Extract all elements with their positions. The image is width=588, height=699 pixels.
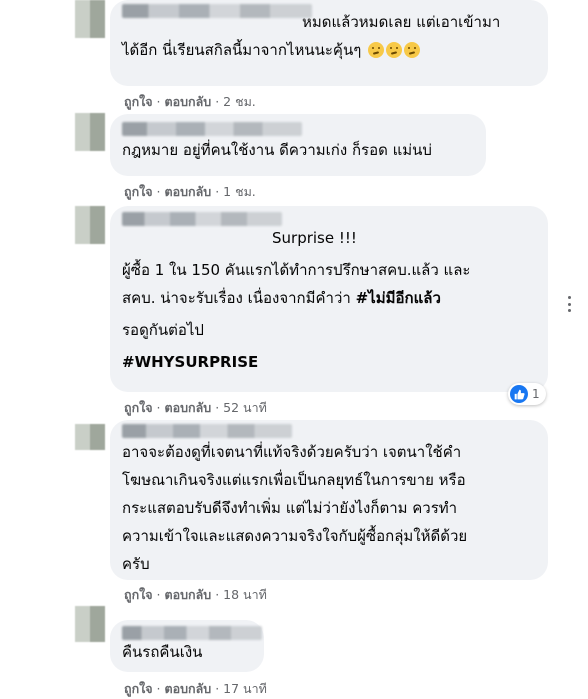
comment-text: โฆษณาเกินจริงแต่แรกเพื่อเป็นกลยุทธ์ในการ… — [122, 471, 466, 489]
comment-time[interactable]: 1 ชม. — [223, 184, 256, 199]
commenter-name[interactable] — [122, 122, 302, 136]
comment-bubble: หมดแล้วหมดเลย แต่เอาเข้ามา ได้อีก นี่เรี… — [110, 0, 548, 86]
thumbs-up-icon — [510, 385, 528, 403]
comment-actions: ถูกใจ · ตอบกลับ · 2 ชม. — [124, 94, 256, 109]
comment-text: Surprise !!! — [272, 229, 357, 247]
comment-time[interactable]: 18 นาที — [223, 587, 267, 602]
comment-text: ผู้ซื้อ 1 ใน 150 คันแรกได้ทำการปรึกษาสคบ… — [122, 261, 471, 279]
like-link[interactable]: ถูกใจ — [124, 681, 153, 696]
comment-text: อาจจะต้องดูที่เจตนาที่แท้จริงด้วยครับว่า… — [122, 443, 462, 461]
comment-text: รอดูกันต่อไป — [122, 321, 204, 339]
reply-link[interactable]: ตอบกลับ — [165, 587, 212, 602]
reply-link[interactable]: ตอบกลับ — [165, 184, 212, 199]
like-link[interactable]: ถูกใจ — [124, 587, 153, 602]
more-options-icon[interactable] — [566, 296, 572, 312]
comment-text: กระแสตอบรับดีจึงทำเพิ่ม แต่ไม่ว่ายังไงก็… — [122, 499, 458, 517]
like-link[interactable]: ถูกใจ — [124, 184, 153, 199]
avatar[interactable] — [75, 424, 105, 450]
reply-link[interactable]: ตอบกลับ — [165, 94, 212, 109]
avatar[interactable] — [75, 606, 105, 642]
avatar[interactable] — [75, 0, 105, 38]
comment-bubble: กฎหมาย อยู่ที่คนใช้งาน ดีความเก่ง ก็รอด … — [110, 114, 486, 176]
comment-time[interactable]: 52 นาที — [223, 400, 267, 415]
comment-text-line: ได้อีก นี่เรียนสกิลนี้มาจากไหนนะคุ้นๆ — [122, 41, 362, 59]
comment-time[interactable]: 2 ชม. — [223, 94, 256, 109]
reaction-badge[interactable]: 1 — [508, 383, 546, 405]
thinking-emoji-icon — [386, 42, 403, 58]
comment-actions: ถูกใจ · ตอบกลับ · 18 นาที — [124, 587, 267, 602]
hashtag-link[interactable]: #ไม่มีอีกแล้ว — [356, 289, 441, 307]
comment-text-line: สคบ. น่าจะรับเรื่อง เนื่องจากมีคำว่า — [122, 289, 356, 307]
commenter-name[interactable] — [122, 626, 262, 640]
comment-text: ครับ — [122, 555, 150, 573]
avatar[interactable] — [75, 113, 105, 151]
comment-text: ได้อีก นี่เรียนสกิลนี้มาจากไหนนะคุ้นๆ — [122, 36, 536, 64]
hashtag-link[interactable]: #WHYSURPRISE — [122, 348, 536, 376]
like-link[interactable]: ถูกใจ — [124, 94, 153, 109]
comment-actions: ถูกใจ · ตอบกลับ · 17 นาที — [124, 681, 267, 696]
comment-time[interactable]: 17 นาที — [223, 681, 267, 696]
comment-actions: ถูกใจ · ตอบกลับ · 52 นาที — [124, 400, 267, 415]
avatar[interactable] — [75, 206, 105, 244]
reaction-count: 1 — [532, 387, 540, 401]
reply-link[interactable]: ตอบกลับ — [165, 681, 212, 696]
comment-text: สคบ. น่าจะรับเรื่อง เนื่องจากมีคำว่า #ไม… — [122, 284, 536, 312]
comment-text: คืนรถคืนเงิน — [122, 643, 203, 661]
comment-actions: ถูกใจ · ตอบกลับ · 1 ชม. — [124, 184, 256, 199]
comment-text: ความเข้าใจและแสดงความจริงใจกับผู้ซื้อกลุ… — [122, 527, 468, 545]
thinking-emoji-icon — [368, 42, 385, 58]
comment-text: กฎหมาย อยู่ที่คนใช้งาน ดีความเก่ง ก็รอด … — [122, 141, 432, 159]
commenter-name[interactable] — [122, 4, 312, 18]
reply-link[interactable]: ตอบกลับ — [165, 400, 212, 415]
comment-bubble: คืนรถคืนเงิน — [110, 620, 264, 672]
commenter-name[interactable] — [122, 424, 292, 438]
like-link[interactable]: ถูกใจ — [124, 400, 153, 415]
comment-bubble: อาจจะต้องดูที่เจตนาที่แท้จริงด้วยครับว่า… — [110, 420, 548, 580]
commenter-name[interactable] — [122, 212, 282, 226]
thinking-emoji-icon — [404, 42, 421, 58]
comment-bubble: Surprise !!! ผู้ซื้อ 1 ใน 150 คันแรกได้ท… — [110, 206, 548, 392]
